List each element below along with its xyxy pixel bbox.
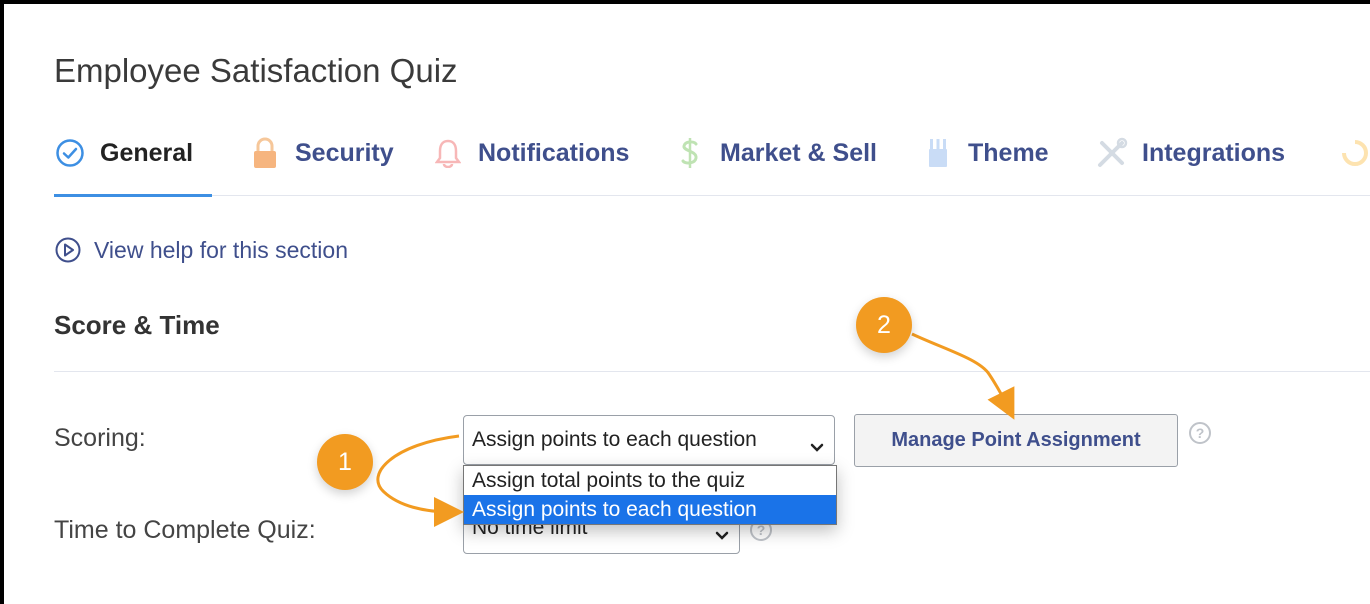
arrow-2	[911, 332, 1015, 420]
annotation-badge-2: 2	[856, 297, 912, 353]
annotation-arrows	[376, 332, 1015, 527]
app-frame: Employee Satisfaction Quiz General Secur…	[0, 0, 1370, 604]
arrow-1	[376, 434, 464, 527]
annotation-badge-1: 1	[317, 434, 373, 490]
